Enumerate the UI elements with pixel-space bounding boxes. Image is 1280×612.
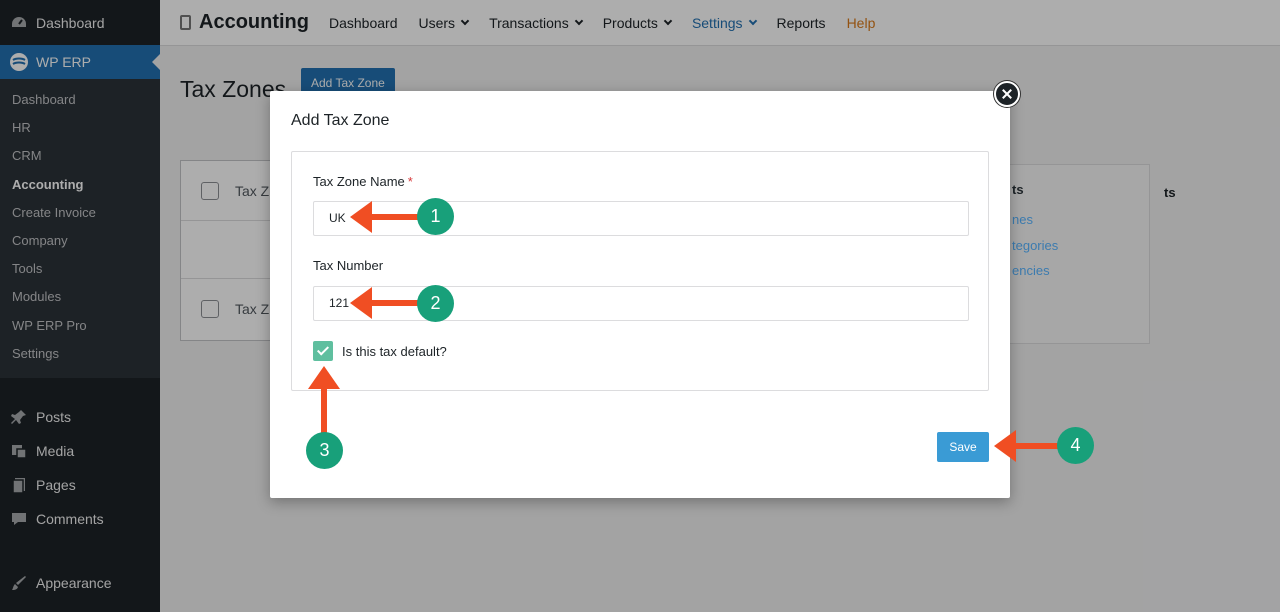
panel-link[interactable]: tegories	[1012, 238, 1058, 253]
panel-link[interactable]: nes	[1012, 212, 1033, 227]
panel-title-visible: ts	[1012, 182, 1024, 197]
modal-title: Add Tax Zone	[291, 112, 390, 129]
tax-zone-name-label: Tax Zone Name *	[313, 174, 413, 189]
step-badge: 1	[417, 198, 454, 235]
tax-number-input[interactable]: 121	[313, 286, 969, 321]
add-tax-zone-modal: Add Tax Zone Tax Zone Name * UK Tax Numbe…	[270, 81, 1020, 498]
panel-link[interactable]: encies	[1012, 263, 1050, 278]
step-badge: 2	[417, 285, 454, 322]
label-text: Tax Zone Name	[313, 174, 405, 189]
default-tax-label: Is this tax default?	[342, 344, 447, 359]
close-icon[interactable]	[994, 81, 1020, 107]
step-badge: 4	[1057, 427, 1094, 464]
required-mark: *	[407, 174, 413, 189]
panel-title-text: ts	[1012, 182, 1024, 197]
tax-zone-name-input[interactable]: UK	[313, 201, 969, 236]
default-tax-checkbox[interactable]	[313, 341, 333, 361]
save-button[interactable]: Save	[937, 432, 989, 462]
step-badge: 3	[306, 432, 343, 469]
tax-zone-form: Tax Zone Name * UK Tax Number 121 Is this…	[291, 151, 989, 391]
tax-number-label: Tax Number	[313, 258, 384, 273]
